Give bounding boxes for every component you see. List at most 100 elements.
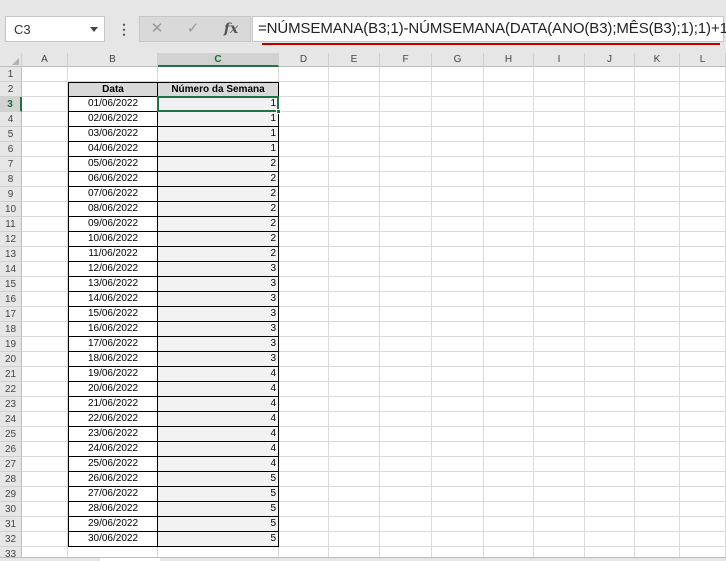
row-header[interactable]: 11 (0, 217, 22, 232)
cell-l10[interactable] (680, 202, 726, 217)
cell-i28[interactable] (534, 472, 585, 487)
cell-f21[interactable] (380, 367, 432, 382)
cell-b11[interactable]: 09/06/2022 (68, 217, 158, 232)
row-header[interactable]: 10 (0, 202, 22, 217)
cell-d14[interactable] (279, 262, 329, 277)
cell-d20[interactable] (279, 352, 329, 367)
row-header[interactable]: 2 (0, 82, 22, 97)
cell-a14[interactable] (22, 262, 68, 277)
cell-g4[interactable] (432, 112, 484, 127)
column-header-g[interactable]: G (432, 53, 484, 67)
cell-i12[interactable] (534, 232, 585, 247)
cell-b25[interactable]: 23/06/2022 (68, 427, 158, 442)
row-header[interactable]: 33 (0, 547, 22, 557)
cell-i8[interactable] (534, 172, 585, 187)
cell-d33[interactable] (279, 547, 329, 557)
cell-g10[interactable] (432, 202, 484, 217)
cell-g9[interactable] (432, 187, 484, 202)
cell-e17[interactable] (329, 307, 380, 322)
cell-g12[interactable] (432, 232, 484, 247)
cell-c27[interactable]: 4 (158, 457, 279, 472)
cell-h15[interactable] (484, 277, 534, 292)
cell-f7[interactable] (380, 157, 432, 172)
cell-b10[interactable]: 08/06/2022 (68, 202, 158, 217)
cell-j6[interactable] (585, 142, 635, 157)
cell-e9[interactable] (329, 187, 380, 202)
cell-e4[interactable] (329, 112, 380, 127)
cell-b29[interactable]: 27/06/2022 (68, 487, 158, 502)
cell-j20[interactable] (585, 352, 635, 367)
cell-c2[interactable]: Número da Semana (158, 82, 279, 97)
row-header[interactable]: 25 (0, 427, 22, 442)
row-header[interactable]: 21 (0, 367, 22, 382)
cell-d22[interactable] (279, 382, 329, 397)
cell-i17[interactable] (534, 307, 585, 322)
cell-h12[interactable] (484, 232, 534, 247)
cell-g32[interactable] (432, 532, 484, 547)
cell-a11[interactable] (22, 217, 68, 232)
cell-e15[interactable] (329, 277, 380, 292)
cell-b4[interactable]: 02/06/2022 (68, 112, 158, 127)
cell-h7[interactable] (484, 157, 534, 172)
cell-j1[interactable] (585, 67, 635, 82)
cell-b30[interactable]: 28/06/2022 (68, 502, 158, 517)
cell-c19[interactable]: 3 (158, 337, 279, 352)
cell-g11[interactable] (432, 217, 484, 232)
cell-a19[interactable] (22, 337, 68, 352)
insert-function-button[interactable]: fx (214, 17, 248, 41)
cell-h31[interactable] (484, 517, 534, 532)
cell-g25[interactable] (432, 427, 484, 442)
cell-i22[interactable] (534, 382, 585, 397)
row-header[interactable]: 32 (0, 532, 22, 547)
cell-c20[interactable]: 3 (158, 352, 279, 367)
cell-f19[interactable] (380, 337, 432, 352)
cell-g8[interactable] (432, 172, 484, 187)
cell-b20[interactable]: 18/06/2022 (68, 352, 158, 367)
formula-input[interactable]: =NÚMSEMANA(B3;1)-NÚMSEMANA(DATA(ANO(B3);… (252, 16, 726, 42)
cell-c26[interactable]: 4 (158, 442, 279, 457)
cell-a21[interactable] (22, 367, 68, 382)
cell-l26[interactable] (680, 442, 726, 457)
cell-i14[interactable] (534, 262, 585, 277)
cell-e14[interactable] (329, 262, 380, 277)
cell-b2[interactable]: Data (68, 82, 158, 97)
cell-c17[interactable]: 3 (158, 307, 279, 322)
cell-f28[interactable] (380, 472, 432, 487)
cell-j8[interactable] (585, 172, 635, 187)
cell-f24[interactable] (380, 412, 432, 427)
column-header-e[interactable]: E (329, 53, 380, 67)
cell-j3[interactable] (585, 97, 635, 112)
cell-d13[interactable] (279, 247, 329, 262)
cell-a4[interactable] (22, 112, 68, 127)
cell-f25[interactable] (380, 427, 432, 442)
cell-h2[interactable] (484, 82, 534, 97)
cell-e5[interactable] (329, 127, 380, 142)
cell-d7[interactable] (279, 157, 329, 172)
cell-a1[interactable] (22, 67, 68, 82)
cell-e30[interactable] (329, 502, 380, 517)
cell-l19[interactable] (680, 337, 726, 352)
cell-g31[interactable] (432, 517, 484, 532)
cell-e20[interactable] (329, 352, 380, 367)
cell-d24[interactable] (279, 412, 329, 427)
cell-a27[interactable] (22, 457, 68, 472)
row-header[interactable]: 28 (0, 472, 22, 487)
cell-e2[interactable] (329, 82, 380, 97)
cell-a26[interactable] (22, 442, 68, 457)
cell-b24[interactable]: 22/06/2022 (68, 412, 158, 427)
cell-c23[interactable]: 4 (158, 397, 279, 412)
cell-k5[interactable] (635, 127, 680, 142)
row-header[interactable]: 31 (0, 517, 22, 532)
cell-c4[interactable]: 1 (158, 112, 279, 127)
cell-g19[interactable] (432, 337, 484, 352)
cell-a8[interactable] (22, 172, 68, 187)
cell-k33[interactable] (635, 547, 680, 557)
cell-i15[interactable] (534, 277, 585, 292)
cell-b18[interactable]: 16/06/2022 (68, 322, 158, 337)
cell-c18[interactable]: 3 (158, 322, 279, 337)
cell-g21[interactable] (432, 367, 484, 382)
cell-k2[interactable] (635, 82, 680, 97)
cell-h29[interactable] (484, 487, 534, 502)
column-header-c[interactable]: C (158, 53, 279, 67)
cell-f12[interactable] (380, 232, 432, 247)
